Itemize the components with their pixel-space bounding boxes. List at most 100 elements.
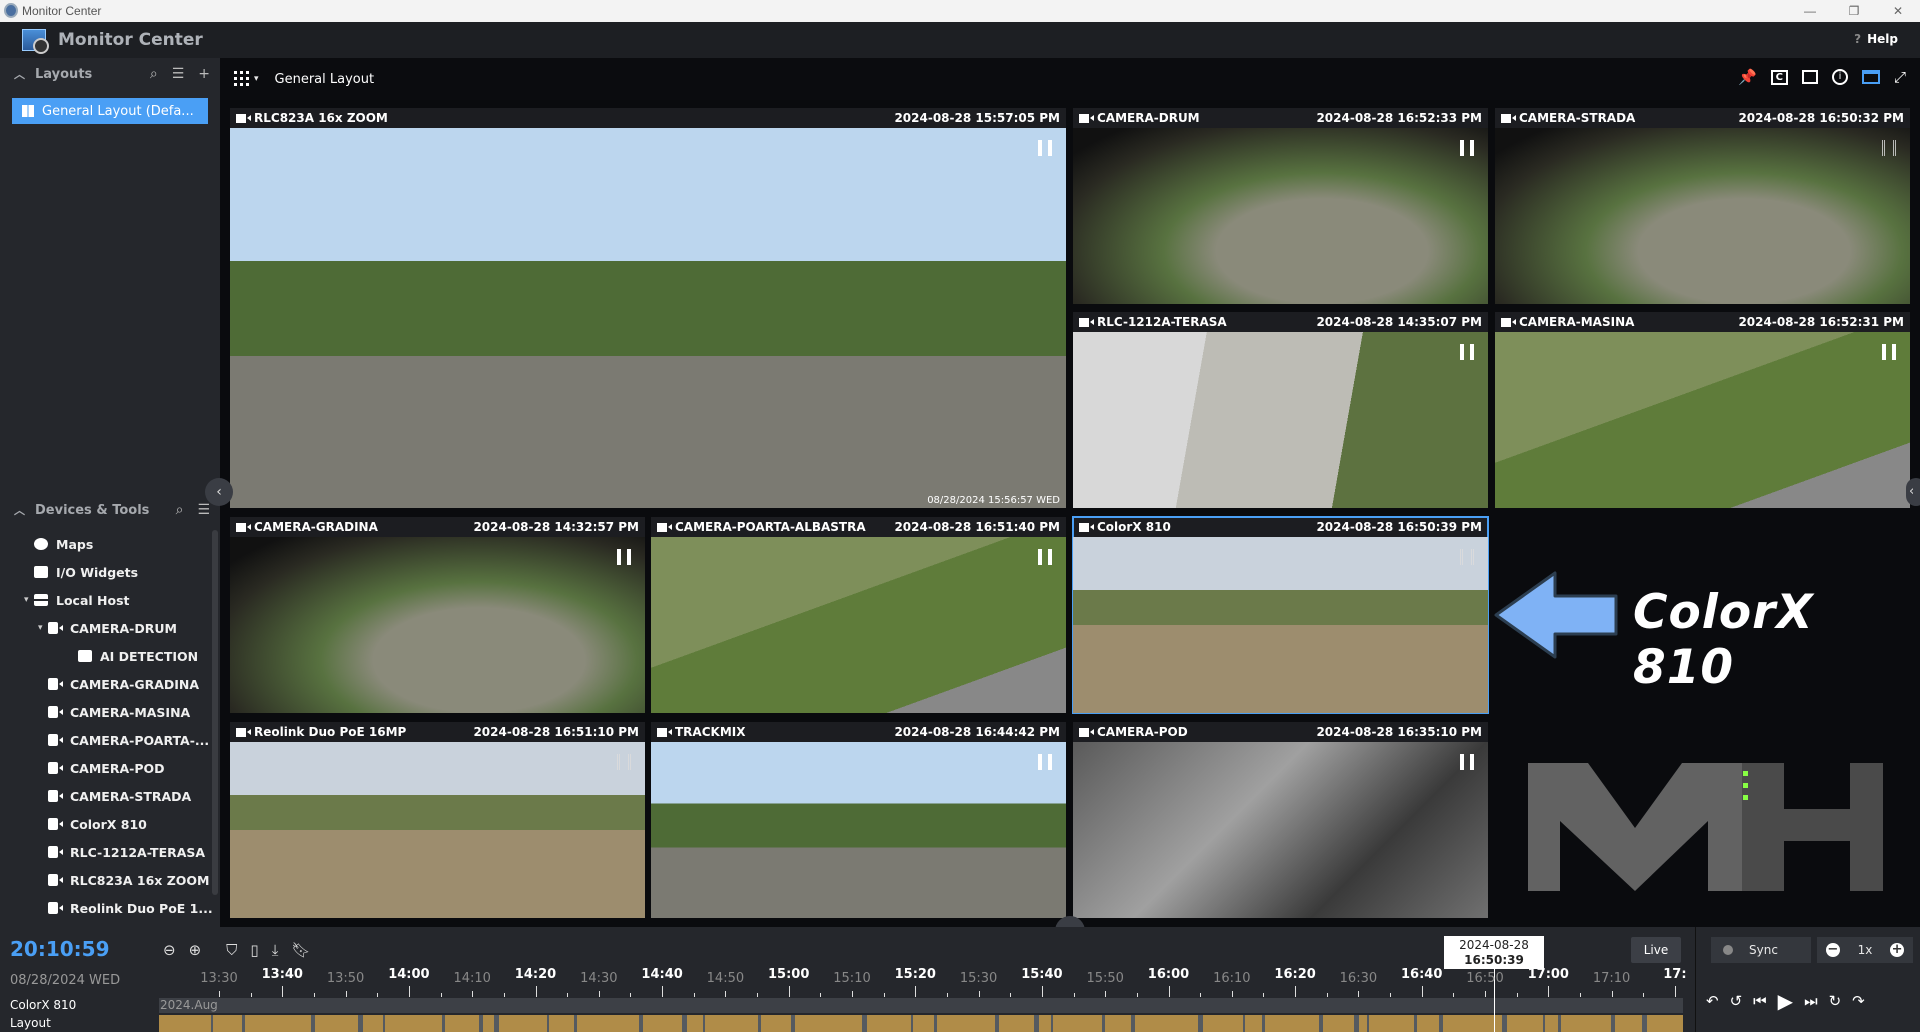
restore-button[interactable]: ❐: [1832, 0, 1876, 22]
device-item[interactable]: ▾ CAMERA-DRUM: [0, 614, 214, 642]
tick-mark: [1231, 991, 1233, 997]
camera-tile[interactable]: TRACKMIX 2024-08-28 16:44:42 PM: [651, 722, 1066, 918]
camera-tile[interactable]: RLC-1212A-TERASA 2024-08-28 14:35:07 PM: [1073, 312, 1488, 508]
help-button[interactable]: ? Help: [1854, 32, 1898, 46]
minimize-button[interactable]: —: [1788, 0, 1832, 22]
pin-icon[interactable]: 📌: [1738, 68, 1757, 86]
layout-recording-track[interactable]: [159, 1015, 1683, 1032]
pause-icon[interactable]: [1460, 754, 1474, 770]
zoom-in-icon[interactable]: ⊕: [189, 941, 202, 959]
device-item[interactable]: ▾ Local Host: [0, 586, 214, 614]
pause-icon[interactable]: [1882, 344, 1896, 360]
close-button[interactable]: ✕: [1876, 0, 1920, 22]
live-button[interactable]: Live: [1631, 937, 1681, 963]
sort-icon[interactable]: ☰: [172, 66, 185, 82]
fit-window-icon[interactable]: [1801, 70, 1818, 84]
camera-tile[interactable]: CAMERA-POD 2024-08-28 16:35:10 PM: [1073, 722, 1488, 918]
device-item[interactable]: I/O Widgets: [0, 558, 214, 586]
pause-icon[interactable]: [1460, 344, 1474, 360]
info-icon[interactable]: i: [1831, 69, 1848, 85]
pause-icon[interactable]: [1038, 140, 1052, 156]
camera-tile[interactable]: CAMERA-POARTA-ALBASTRA 2024-08-28 16:51:4…: [651, 517, 1066, 713]
camera-feed[interactable]: [1495, 332, 1910, 508]
next-event-icon[interactable]: ↷: [1852, 992, 1865, 1010]
pause-icon[interactable]: [1038, 754, 1052, 770]
camera-tile[interactable]: CAMERA-MASINA 2024-08-28 16:52:31 PM: [1495, 312, 1910, 508]
camera-timestamp: 2024-08-28 15:57:05 PM: [894, 111, 1060, 125]
collapse-sidebar-button[interactable]: ‹: [205, 478, 233, 506]
speed-increase-button[interactable]: +: [1890, 943, 1905, 957]
window-mode-icon[interactable]: [1861, 70, 1880, 84]
expand-arrow-icon[interactable]: ▾: [24, 595, 34, 605]
camera-feed[interactable]: [230, 537, 645, 713]
camera-tile[interactable]: CAMERA-STRADA 2024-08-28 16:50:32 PM: [1495, 108, 1910, 304]
next-frame-icon[interactable]: ⏭: [1804, 992, 1818, 1010]
rewind-10-icon[interactable]: ↺: [1730, 992, 1743, 1010]
search-icon[interactable]: ⌕: [176, 502, 184, 518]
pause-icon[interactable]: [1460, 549, 1474, 565]
camera-feed[interactable]: [651, 742, 1066, 918]
camera-feed[interactable]: [230, 128, 1066, 508]
previous-event-icon[interactable]: ↶: [1706, 992, 1719, 1010]
sort-icon[interactable]: ☰: [197, 502, 210, 518]
device-item[interactable]: RLC823A 16x ZOOM: [0, 866, 214, 894]
camera-feed[interactable]: [1073, 742, 1488, 918]
camera-tile[interactable]: Reolink Duo PoE 16MP 2024-08-28 16:51:10 …: [230, 722, 645, 918]
camera-timestamp: 2024-08-28 16:44:42 PM: [894, 725, 1060, 739]
play-icon[interactable]: ▶: [1778, 989, 1793, 1013]
device-item[interactable]: Maps: [0, 530, 214, 558]
pause-icon[interactable]: [1460, 140, 1474, 156]
expand-arrow-icon[interactable]: ▾: [38, 623, 48, 633]
device-item[interactable]: CAMERA-GRADINA: [0, 670, 214, 698]
pause-icon[interactable]: [1882, 140, 1896, 156]
devices-header[interactable]: ︿ Devices & Tools ⌕ ☰: [0, 494, 220, 526]
camera-tile[interactable]: RLC823A 16x ZOOM 2024-08-28 15:57:05 PM 0…: [230, 108, 1066, 508]
tick-label: 14:00: [388, 967, 430, 982]
device-item[interactable]: CAMERA-MASINA: [0, 698, 214, 726]
camera-feed[interactable]: [651, 537, 1066, 713]
camera-feed[interactable]: [1073, 332, 1488, 508]
add-icon[interactable]: +: [198, 66, 210, 82]
tick-label: 16:50: [1466, 971, 1504, 986]
sync-button[interactable]: Sync: [1711, 937, 1811, 963]
device-item[interactable]: CAMERA-POD: [0, 754, 214, 782]
caret-down-icon[interactable]: ▾: [254, 74, 259, 84]
camera-tile[interactable]: ColorX 810 2024-08-28 16:50:39 PM: [1072, 516, 1489, 714]
grid-layout-icon[interactable]: [234, 71, 250, 87]
calendar-icon[interactable]: ▯: [250, 941, 258, 959]
fullscreen-icon[interactable]: ⤢: [1894, 68, 1906, 86]
device-item[interactable]: CAMERA-POARTA-...: [0, 726, 214, 754]
filter-icon[interactable]: ⛉: [226, 941, 237, 959]
minor-tick: [313, 993, 315, 997]
chevron-up-icon[interactable]: ︿: [14, 502, 25, 518]
layout-item-general[interactable]: General Layout (Defa...: [12, 98, 208, 124]
chevron-up-icon[interactable]: ︿: [14, 66, 25, 82]
device-item[interactable]: ColorX 810: [0, 810, 214, 838]
previous-frame-icon[interactable]: ⏮: [1753, 992, 1767, 1010]
device-item[interactable]: AI DETECTION: [0, 642, 214, 670]
pause-icon[interactable]: [1038, 549, 1052, 565]
bookmark-icon[interactable]: 🔖︎: [291, 941, 310, 959]
forward-10-icon[interactable]: ↻: [1829, 992, 1842, 1010]
camera-feed[interactable]: [1073, 128, 1488, 304]
camera-tile[interactable]: CAMERA-DRUM 2024-08-28 16:52:33 PM: [1073, 108, 1488, 304]
camera-tile[interactable]: CAMERA-GRADINA 2024-08-28 14:32:57 PM: [230, 517, 645, 713]
video-camera-icon: [236, 522, 251, 532]
camera-feed[interactable]: [1073, 537, 1488, 713]
expand-right-panel-button[interactable]: ‹: [1906, 478, 1920, 506]
device-item[interactable]: CAMERA-STRADA: [0, 782, 214, 810]
search-icon[interactable]: ⌕: [150, 66, 158, 82]
camera-recording-track[interactable]: 2024.Aug: [159, 998, 1683, 1013]
camera-feed[interactable]: [1495, 128, 1910, 304]
pause-icon[interactable]: [617, 549, 631, 565]
download-icon[interactable]: ⤓: [272, 941, 279, 959]
device-item[interactable]: Reolink Duo PoE 1...: [0, 894, 214, 922]
speed-decrease-button[interactable]: −: [1825, 943, 1840, 957]
pause-icon[interactable]: [617, 754, 631, 770]
zoom-out-icon[interactable]: ⊖: [163, 941, 176, 959]
camera-feed[interactable]: [230, 742, 645, 918]
device-tree-scrollbar[interactable]: [212, 530, 218, 895]
layouts-header[interactable]: ︿ Layouts ⌕ ☰ +: [0, 58, 220, 90]
device-item[interactable]: RLC-1212A-TERASA: [0, 838, 214, 866]
capture-icon[interactable]: C: [1770, 69, 1788, 85]
